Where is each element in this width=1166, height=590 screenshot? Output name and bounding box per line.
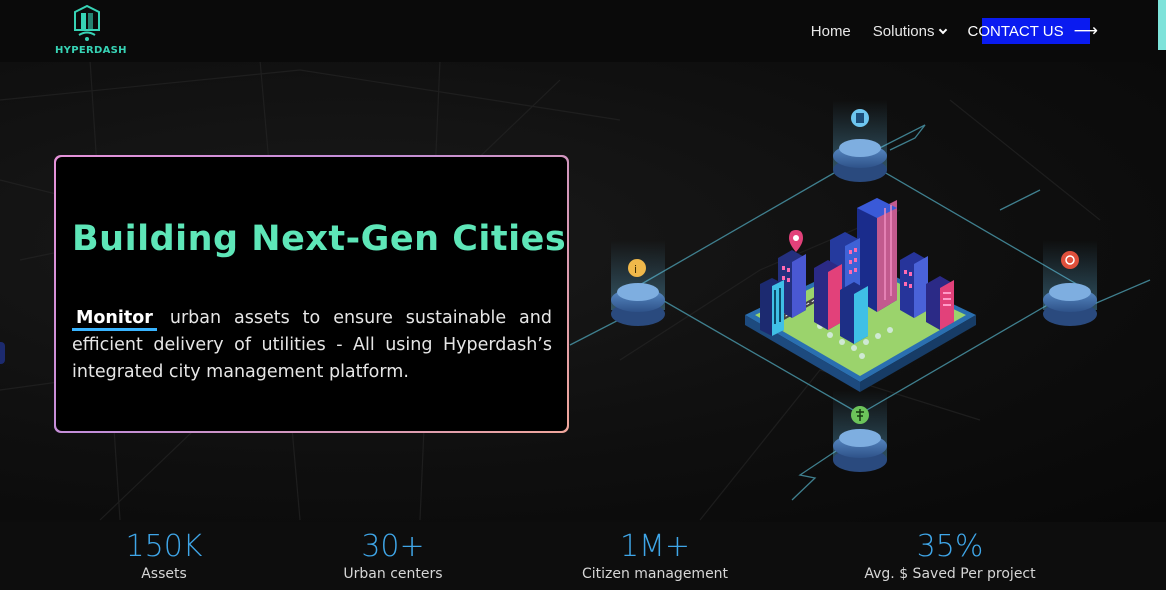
hero-highlight: Monitor [72,308,157,331]
scroll-indicator[interactable] [1158,0,1166,50]
stat-savings: 35% Avg. $ Saved Per project [860,529,1040,583]
stat-urban-centers: 30+ Urban centers [323,529,463,583]
stat-label: Citizen management [581,566,729,582]
brand-name: HYPERDASH [55,45,127,56]
stat-citizen-management: 1M+ Citizen management [575,529,735,583]
stat-value: 30+ [361,529,425,564]
stat-label: Avg. $ Saved Per project [864,566,1036,582]
arrow-right-icon: ⟶ [1073,21,1098,40]
stat-label: Assets [141,566,187,582]
stat-assets: 150K Assets [104,529,224,583]
side-tab[interactable] [0,342,5,364]
node-top [833,100,887,182]
node-right [1043,240,1097,326]
hero-inner: Building Next-Gen Cities Monitor urban a… [56,157,567,431]
nav-solutions[interactable]: Solutions [872,22,947,40]
main-nav: Home Solutions CONTACT US ⟶ [811,18,1106,44]
stat-value: 150K [125,529,203,564]
hero-title: Building Next-Gen Cities [72,219,567,259]
stats-bar: 150K Assets 30+ Urban centers 1M+ Citize… [0,522,1166,590]
nav-solutions-label: Solutions [872,22,935,40]
hero-card: Building Next-Gen Cities Monitor urban a… [54,155,569,433]
node-bottom [833,390,887,472]
contact-us-button[interactable]: CONTACT US ⟶ [968,18,1107,44]
building-icon [74,4,100,41]
logo[interactable]: HYPERDASH [52,2,127,58]
stat-value: 1M+ [619,529,691,564]
stat-value: 35% [916,529,984,564]
hero-description: Monitor urban assets to ensure sustainab… [72,305,552,386]
target-icon [1061,251,1079,269]
chevron-down-icon [938,25,947,34]
header: HYPERDASH Home Solutions CONTACT US ⟶ [0,0,1166,62]
contact-us-label: CONTACT US [967,22,1064,40]
svg-text:i: i [634,263,637,276]
node-left: i [611,240,665,326]
city-illustration: i [569,100,1151,501]
stat-label: Urban centers [343,566,443,582]
nav-home[interactable]: Home [811,23,851,40]
